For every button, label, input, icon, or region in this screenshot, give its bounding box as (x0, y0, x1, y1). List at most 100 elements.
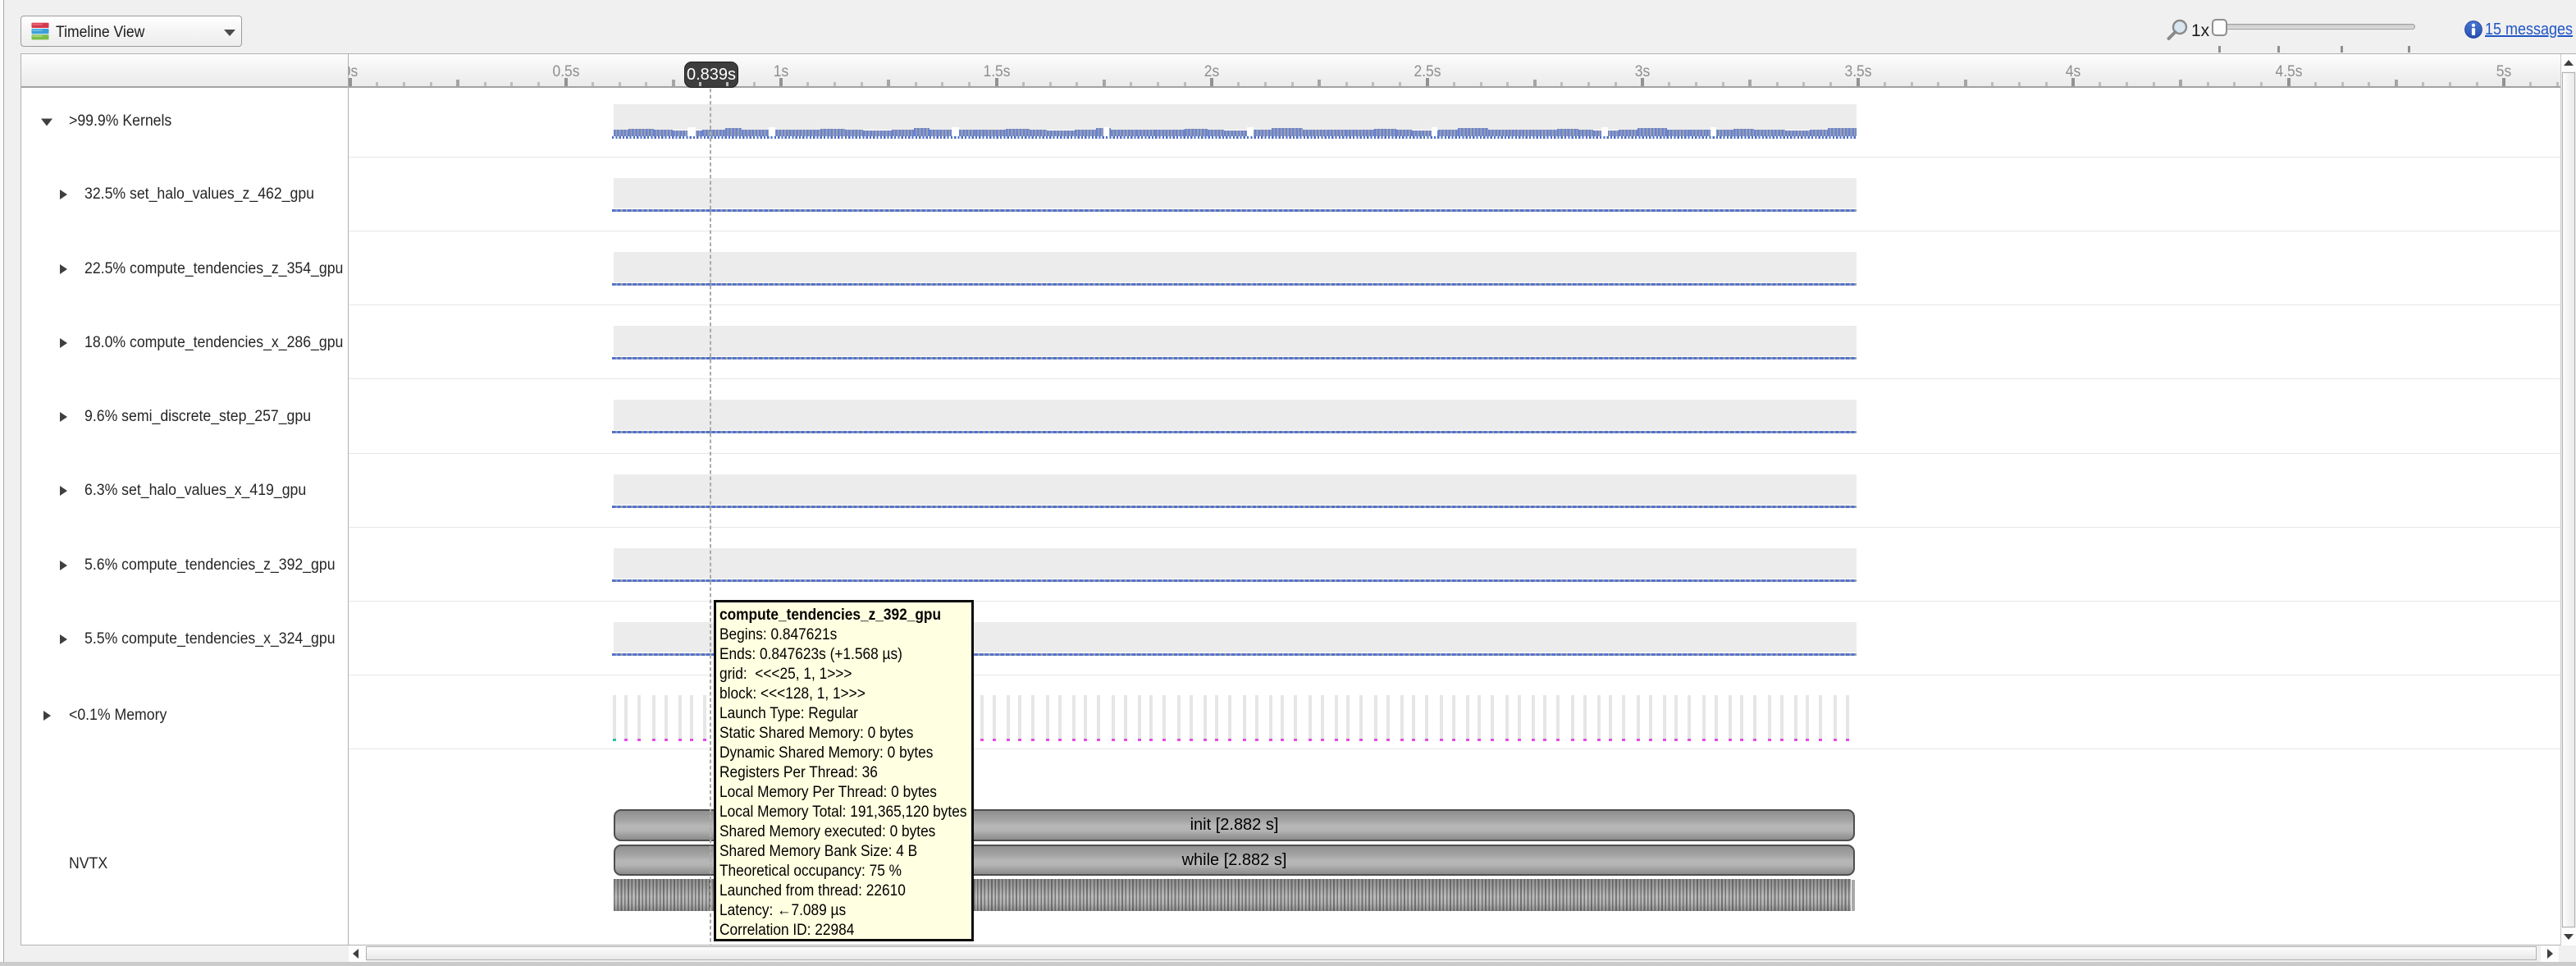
kernels-summary-bars[interactable] (1458, 128, 1488, 136)
memory-op-dash[interactable] (1359, 739, 1363, 741)
kernels-summary-bars[interactable] (1075, 130, 1096, 136)
memory-op-dash[interactable] (1072, 739, 1076, 741)
memory-op-tick[interactable] (1425, 695, 1428, 739)
memory-op-tick[interactable] (1622, 695, 1625, 739)
memory-op-dash[interactable] (703, 739, 707, 741)
memory-op-dash[interactable] (1386, 739, 1391, 741)
memory-op-tick[interactable] (1228, 695, 1231, 739)
memory-op-dash[interactable] (665, 739, 669, 741)
memory-op-dash[interactable] (1674, 739, 1679, 741)
expander-collapsed-icon[interactable] (60, 634, 67, 644)
memory-op-dash[interactable] (1780, 739, 1784, 741)
memory-op-tick[interactable] (1532, 695, 1535, 739)
kernels-summary-bars[interactable] (654, 130, 673, 136)
memory-op-dash[interactable] (690, 739, 694, 741)
memory-op-tick[interactable] (1543, 695, 1546, 739)
memory-op-dash[interactable] (1649, 739, 1653, 741)
kernels-summary-bars[interactable] (975, 130, 1006, 136)
memory-op-dash[interactable] (1609, 739, 1613, 741)
memory-op-dash[interactable] (1478, 739, 1482, 741)
memory-op-dash[interactable] (993, 739, 997, 741)
kernel-events-line-k4[interactable] (612, 431, 1857, 433)
memory-op-dash[interactable] (1556, 739, 1560, 741)
memory-op-tick[interactable] (1663, 695, 1666, 739)
messages-link[interactable]: 15 messages (2485, 21, 2573, 39)
memory-op-tick[interactable] (1374, 695, 1377, 739)
expander-collapsed-icon[interactable] (43, 711, 51, 721)
memory-op-dash[interactable] (1321, 739, 1325, 741)
kernels-summary-bars[interactable] (1185, 129, 1208, 136)
memory-op-dash[interactable] (1215, 739, 1219, 741)
kernels-summary-bars[interactable] (614, 130, 628, 136)
memory-op-dash[interactable] (1138, 739, 1142, 741)
expander-expanded-icon[interactable] (41, 119, 53, 126)
memory-op-tick[interactable] (1505, 695, 1509, 739)
timeline-ruler[interactable] (21, 54, 2560, 86)
memory-op-tick[interactable] (1177, 695, 1181, 739)
memory-op-tick[interactable] (1031, 695, 1035, 739)
view-selector-dropdown[interactable]: Timeline View (21, 16, 242, 47)
memory-op-tick[interactable] (1571, 695, 1574, 739)
memory-op-dash[interactable] (1505, 739, 1510, 741)
memory-op-tick[interactable] (1072, 695, 1076, 739)
vertical-scrollbar-thumb[interactable] (2562, 72, 2575, 927)
kernel-band-k5[interactable] (614, 474, 1857, 505)
memory-op-dash[interactable] (1112, 739, 1116, 741)
memory-op-tick[interactable] (1440, 695, 1443, 739)
kernel-band-k3[interactable] (614, 326, 1857, 356)
info-icon[interactable] (2464, 21, 2482, 39)
kernels-summary-bars[interactable] (725, 128, 742, 136)
kernels-summary-band[interactable] (614, 104, 1857, 130)
kernels-summary-bars[interactable] (1637, 128, 1667, 136)
memory-op-tick[interactable] (1084, 695, 1087, 739)
kernels-summary-bars[interactable] (1828, 128, 1857, 136)
memory-op-tick[interactable] (1819, 695, 1822, 739)
kernels-summary-bars[interactable] (1047, 130, 1075, 136)
memory-op-dash[interactable] (1834, 739, 1838, 741)
kernel-events-line-k1[interactable] (612, 209, 1857, 212)
memory-op-dash[interactable] (1532, 739, 1536, 741)
memory-op-dash[interactable] (1819, 739, 1823, 741)
memory-op-dash[interactable] (1518, 739, 1522, 741)
memory-op-tick[interactable] (652, 695, 655, 739)
memory-op-tick[interactable] (1729, 695, 1732, 739)
memory-op-tick[interactable] (624, 695, 628, 739)
kernel-events-line-k5[interactable] (612, 506, 1857, 508)
kernels-summary-bars[interactable] (1345, 130, 1374, 136)
kernel-band-k6[interactable] (614, 548, 1857, 579)
memory-op-tick[interactable] (1255, 695, 1258, 739)
memory-op-tick[interactable] (1386, 695, 1390, 739)
memory-op-tick[interactable] (1753, 695, 1756, 739)
memory-op-dash[interactable] (1794, 739, 1798, 741)
memory-op-dash[interactable] (1846, 739, 1850, 741)
memory-op-dash[interactable] (1046, 739, 1050, 741)
kernels-summary-bars[interactable] (1690, 130, 1706, 136)
memory-op-tick[interactable] (1674, 695, 1678, 739)
memory-op-tick[interactable] (1400, 695, 1404, 739)
kernel-band-k1[interactable] (614, 178, 1857, 208)
memory-op-tick[interactable] (1149, 695, 1153, 739)
expander-collapsed-icon[interactable] (60, 338, 67, 348)
expander-collapsed-icon[interactable] (60, 412, 67, 422)
memory-op-dash[interactable] (652, 739, 656, 741)
memory-op-dash[interactable] (1466, 739, 1470, 741)
memory-op-tick[interactable] (1597, 695, 1601, 739)
kernels-summary-bars[interactable] (845, 130, 863, 136)
memory-op-tick[interactable] (637, 695, 641, 739)
memory-op-tick[interactable] (613, 695, 616, 739)
memory-op-tick[interactable] (1478, 695, 1481, 739)
memory-op-dash[interactable] (1452, 739, 1456, 741)
memory-op-tick[interactable] (1359, 695, 1363, 739)
memory-op-tick[interactable] (1583, 695, 1587, 739)
memory-op-dash[interactable] (1281, 739, 1285, 741)
memory-op-tick[interactable] (1846, 695, 1849, 739)
kernels-summary-bars[interactable] (1374, 129, 1396, 136)
kernels-summary-bars[interactable] (1512, 130, 1529, 136)
kernels-summary-bars[interactable] (1396, 130, 1412, 136)
memory-op-tick[interactable] (1138, 695, 1141, 739)
memory-op-dash[interactable] (1124, 739, 1128, 741)
kernels-summary-bars[interactable] (789, 130, 820, 136)
expander-collapsed-icon[interactable] (60, 264, 67, 274)
memory-op-tick[interactable] (993, 695, 996, 739)
kernels-summary-bars[interactable] (702, 130, 725, 136)
